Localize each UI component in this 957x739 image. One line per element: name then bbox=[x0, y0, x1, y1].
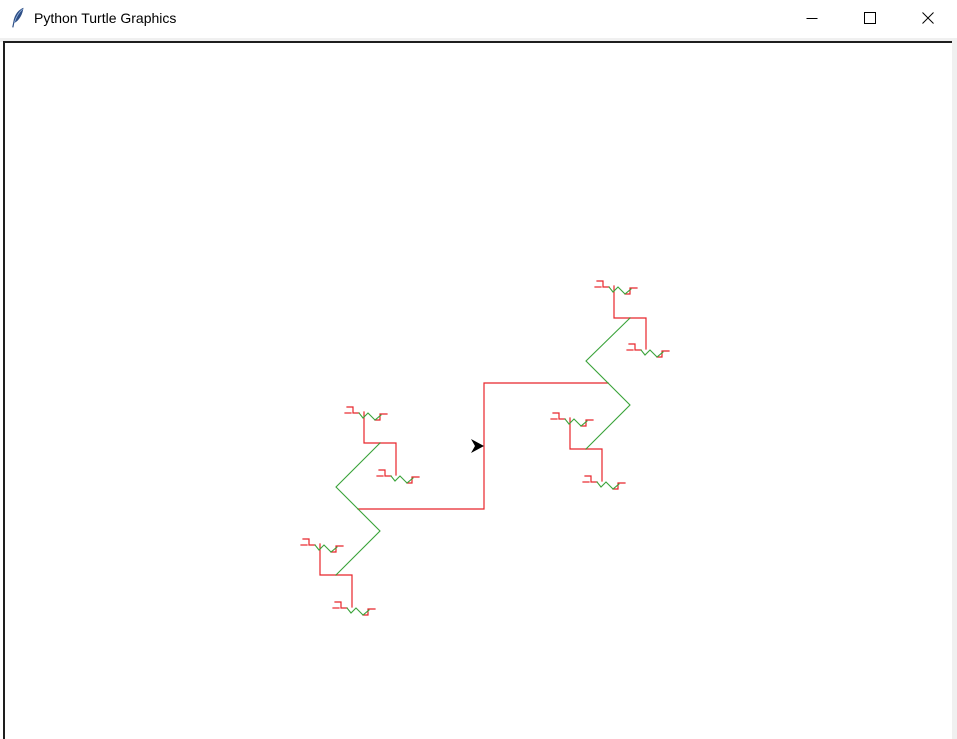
green-motif-c bbox=[314, 544, 338, 553]
red-motif-left-f bbox=[584, 475, 598, 483]
green-branch-left-upper bbox=[335, 442, 381, 510]
green-branch-left-lower bbox=[335, 508, 381, 576]
green-motif-f bbox=[596, 481, 620, 490]
red-motif-left-g bbox=[596, 280, 610, 288]
green-motif-g bbox=[608, 286, 632, 295]
green-fractal-strokes bbox=[314, 286, 664, 616]
red-motif-left-h bbox=[628, 343, 642, 351]
red-fractal-strokes bbox=[300, 280, 670, 616]
turtle-drawing bbox=[300, 280, 670, 616]
arrow-icon bbox=[471, 439, 484, 453]
red-motif-left-c bbox=[302, 538, 316, 546]
green-branch-right-upper bbox=[585, 317, 631, 384]
green-motif-e bbox=[564, 418, 588, 427]
green-motif-a bbox=[358, 412, 382, 421]
red-motif-left-e bbox=[552, 412, 566, 420]
green-motif-b bbox=[390, 475, 414, 484]
green-motif-d bbox=[346, 607, 370, 616]
red-motif-left-d bbox=[334, 601, 348, 609]
turtle-window: Python Turtle Graphics bbox=[0, 0, 957, 739]
red-motif-left-b bbox=[378, 469, 392, 477]
green-motif-h bbox=[640, 349, 664, 358]
red-motif-left-a bbox=[346, 406, 360, 414]
green-branch-right-lower bbox=[585, 382, 631, 450]
